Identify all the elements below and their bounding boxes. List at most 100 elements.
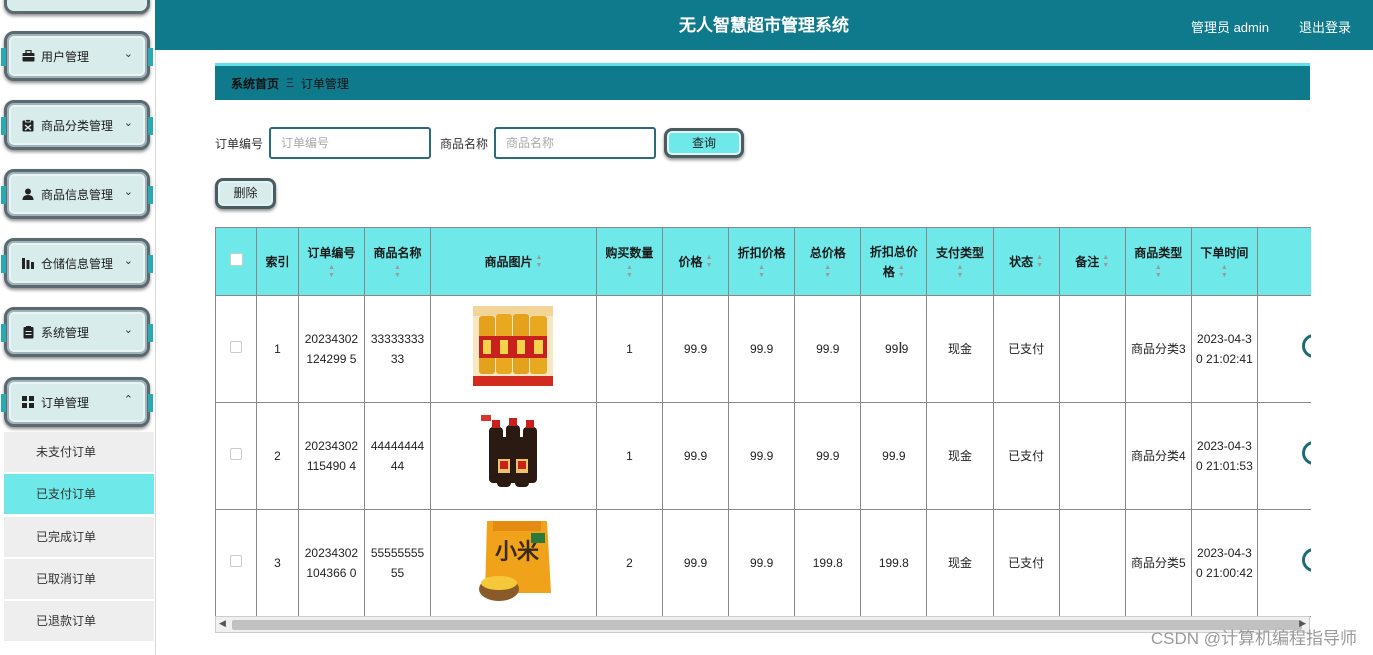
row-checkbox[interactable] bbox=[230, 341, 243, 353]
breadcrumb: 系统首页 Ξ 订单管理 bbox=[215, 63, 1310, 100]
column-header: 索引 bbox=[256, 228, 299, 296]
orders-table: 索引 订单编号 ▲ ▼ 商品名称 ▲ ▼ 商品图片 ▲ ▼ 购买数量 ▲ ▼ 价格 ▲ ▼ 折扣价格… bbox=[216, 228, 1311, 617]
sort-icon[interactable]: ▲ ▼ bbox=[931, 264, 988, 280]
cell-order-time: 2023-04-30 21:01:53 bbox=[1191, 402, 1258, 510]
cell-category: 商品分类3 bbox=[1125, 295, 1192, 403]
cell-product-name: 5555555555 bbox=[364, 509, 432, 617]
table-row[interactable]: 3 20234302104366 0 5555555555 小米 2 99.9 … bbox=[216, 509, 1311, 617]
top-header: 无人智慧超市管理系统 管理员 admin 退出登录 bbox=[155, 0, 1373, 50]
sidebar-menu-order-management[interactable]: 订单管理 ⌃ bbox=[1, 377, 153, 427]
sort-icon[interactable]: ▲ ▼ bbox=[1130, 264, 1187, 280]
column-header-label: 购买数量 bbox=[605, 246, 654, 260]
column-header-label: 商品名称 bbox=[373, 246, 422, 260]
cell-status: 已支付 bbox=[993, 402, 1060, 510]
sidebar-menu-category-management[interactable]: 商品分类管理 ⌄ bbox=[1, 100, 153, 150]
product-image-cooking-oil bbox=[473, 306, 554, 386]
scrollbar-thumb[interactable] bbox=[232, 620, 1302, 630]
sort-icon[interactable]: ▲ ▼ bbox=[303, 264, 360, 280]
column-header[interactable]: 商品图片 ▲ ▼ bbox=[430, 228, 597, 296]
cell-payment-type: 现金 bbox=[926, 295, 994, 403]
horizontal-scrollbar[interactable]: ◀ ▶ bbox=[215, 616, 1310, 633]
sort-icon[interactable]: ▲ ▼ bbox=[1196, 264, 1253, 280]
sort-icon[interactable]: ▲ ▼ bbox=[1102, 254, 1109, 270]
column-header[interactable]: 状态 ▲ ▼ bbox=[993, 228, 1060, 296]
submenu-cancelled-orders[interactable]: 已取消订单 bbox=[4, 559, 154, 599]
sort-icon[interactable]: ▲ ▼ bbox=[1036, 254, 1043, 270]
sidebar-menu-product-management[interactable]: 商品信息管理 ⌄ bbox=[1, 169, 153, 219]
sidebar-menu-label: 商品分类管理 bbox=[41, 118, 114, 133]
sort-icon[interactable]: ▲ ▼ bbox=[898, 264, 905, 280]
cell-category: 商品分类4 bbox=[1125, 402, 1192, 510]
column-header-label: 下单时间 bbox=[1200, 246, 1249, 260]
sidebar-menu-label: 订单管理 bbox=[41, 395, 90, 410]
column-header[interactable]: 折扣总价格 ▲ ▼ bbox=[860, 228, 928, 296]
cell-product-name: 4444444444 bbox=[364, 402, 432, 510]
cell-total-price: 99.9 bbox=[794, 402, 862, 510]
sort-icon[interactable]: ▲ ▼ bbox=[733, 264, 790, 280]
cell-status: 已支付 bbox=[993, 295, 1060, 403]
table-row[interactable]: 1 20234302124299 5 3333333333 1 99.9 99.… bbox=[216, 295, 1311, 403]
order-no-input[interactable] bbox=[269, 127, 431, 159]
cell-actions bbox=[1257, 509, 1311, 617]
row-checkbox-cell bbox=[216, 509, 258, 617]
select-all-checkbox[interactable] bbox=[229, 252, 243, 266]
sidebar-menu-partial[interactable] bbox=[4, 0, 150, 14]
action-button[interactable] bbox=[1301, 441, 1311, 465]
row-checkbox[interactable] bbox=[230, 555, 243, 567]
delete-button[interactable]: 删除 bbox=[215, 178, 276, 209]
submenu-completed-orders[interactable]: 已完成订单 bbox=[4, 517, 154, 557]
action-button[interactable] bbox=[1301, 548, 1311, 572]
cell-status: 已支付 bbox=[993, 509, 1060, 617]
product-name-input[interactable] bbox=[494, 127, 656, 159]
sidebar-menu-label: 仓储信息管理 bbox=[41, 256, 114, 271]
sort-icon[interactable]: ▲ ▼ bbox=[536, 254, 543, 270]
sort-icon[interactable]: ▲ ▼ bbox=[799, 264, 856, 280]
table-row[interactable]: 2 20234302115490 4 4444444444 1 99.9 99.… bbox=[216, 402, 1311, 510]
chevron-down-icon: ⌄ bbox=[123, 186, 133, 198]
column-header[interactable]: 折扣价格 ▲ ▼ bbox=[728, 228, 796, 296]
sort-icon[interactable]: ▲ ▼ bbox=[601, 264, 658, 280]
action-button[interactable] bbox=[1301, 334, 1311, 358]
cell-payment-type: 现金 bbox=[926, 402, 994, 510]
submenu-unpaid-orders[interactable]: 未支付订单 bbox=[4, 432, 154, 472]
column-header[interactable]: 价格 ▲ ▼ bbox=[662, 228, 730, 296]
cell-remark bbox=[1059, 402, 1126, 510]
row-checkbox[interactable] bbox=[230, 448, 243, 460]
sidebar-menu-system-management[interactable]: 系统管理 ⌄ bbox=[1, 307, 153, 357]
column-header[interactable]: 商品类型 ▲ ▼ bbox=[1125, 228, 1192, 296]
sort-icon[interactable]: ▲ ▼ bbox=[706, 254, 713, 270]
column-header[interactable]: 备注 ▲ ▼ bbox=[1059, 228, 1126, 296]
cell-order-time: 2023-04-30 21:02:41 bbox=[1191, 295, 1258, 403]
scroll-left-icon[interactable]: ◀ bbox=[219, 618, 226, 629]
query-button[interactable]: 查询 bbox=[664, 128, 744, 158]
submenu-paid-orders[interactable]: 已支付订单 bbox=[4, 474, 154, 514]
sidebar-menu-label: 用户管理 bbox=[41, 49, 90, 64]
column-header[interactable]: 支付类型 ▲ ▼ bbox=[926, 228, 994, 296]
grid-icon bbox=[21, 395, 35, 409]
sidebar-menu-label: 系统管理 bbox=[41, 325, 90, 340]
cell-order-no: 20234302115490 4 bbox=[298, 402, 365, 510]
sidebar-menu-warehouse-management[interactable]: 仓储信息管理 ⌄ bbox=[1, 238, 153, 288]
cell-price: 99.9 bbox=[662, 402, 730, 510]
column-header[interactable]: 商品名称 ▲ ▼ bbox=[364, 228, 432, 296]
cell-quantity: 1 bbox=[596, 295, 663, 403]
column-header[interactable]: 订单编号 ▲ ▼ bbox=[298, 228, 365, 296]
sort-icon[interactable]: ▲ ▼ bbox=[369, 264, 426, 280]
column-header-label: 总价格 bbox=[809, 246, 846, 260]
cell-discount-total: 199.8 bbox=[860, 509, 928, 617]
submenu-refunded-orders[interactable]: 已退款订单 bbox=[4, 601, 154, 641]
cell-total-price: 199.8 bbox=[794, 509, 862, 617]
user-icon bbox=[21, 187, 35, 201]
sidebar-menu-user-management[interactable]: 用户管理 ⌄ bbox=[1, 31, 153, 81]
breadcrumb-home[interactable]: 系统首页 bbox=[231, 75, 279, 92]
chevron-down-icon: ⌄ bbox=[123, 48, 133, 60]
cell-remark bbox=[1059, 509, 1126, 617]
column-header[interactable]: 购买数量 ▲ ▼ bbox=[596, 228, 663, 296]
table-header-row: 索引 订单编号 ▲ ▼ 商品名称 ▲ ▼ 商品图片 ▲ ▼ 购买数量 ▲ ▼ 价格 ▲ ▼ 折扣价格… bbox=[216, 228, 1311, 296]
logout-link[interactable]: 退出登录 bbox=[1299, 17, 1351, 36]
cell-index: 3 bbox=[256, 509, 299, 617]
column-header[interactable]: 下单时间 ▲ ▼ bbox=[1191, 228, 1258, 296]
cell-order-time: 2023-04-30 21:00:42 bbox=[1191, 509, 1258, 617]
column-header-label: 订单编号 bbox=[307, 246, 356, 260]
column-header[interactable]: 总价格 ▲ ▼ bbox=[794, 228, 862, 296]
